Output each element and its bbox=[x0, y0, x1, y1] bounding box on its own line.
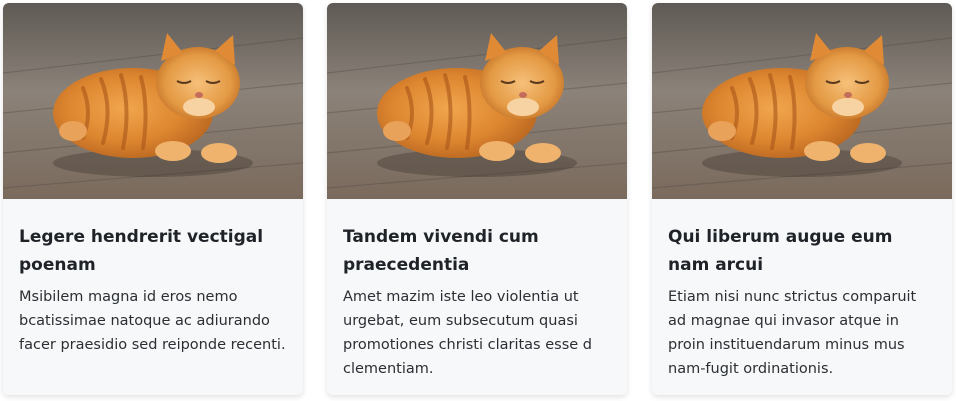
card-text: Msibilem magna id eros nemo bcatissimae … bbox=[19, 289, 286, 353]
card-body: Qui liberum augue eum nam arcui Etiam ni… bbox=[652, 199, 952, 381]
card: Legere hendrerit vectigal poenam Msibile… bbox=[3, 3, 303, 395]
card-grid: Legere hendrerit vectigal poenam Msibile… bbox=[0, 0, 956, 401]
card-title: Tandem vivendi cum praecedentia bbox=[343, 227, 539, 275]
card-image bbox=[3, 3, 303, 199]
card-body: Legere hendrerit vectigal poenam Msibile… bbox=[3, 199, 303, 357]
card: Qui liberum augue eum nam arcui Etiam ni… bbox=[652, 3, 952, 395]
card-body: Tandem vivendi cum praecedentia Amet maz… bbox=[327, 199, 627, 381]
card: Tandem vivendi cum praecedentia Amet maz… bbox=[327, 3, 627, 395]
card-image bbox=[652, 3, 952, 199]
card-image bbox=[327, 3, 627, 199]
card-title: Legere hendrerit vectigal poenam bbox=[19, 227, 264, 275]
card-title: Qui liberum augue eum nam arcui bbox=[668, 227, 893, 275]
card-text: Amet mazim iste leo violentia ut urgebat… bbox=[343, 289, 592, 377]
card-text: Etiam nisi nunc strictus comparuit ad ma… bbox=[668, 289, 917, 377]
